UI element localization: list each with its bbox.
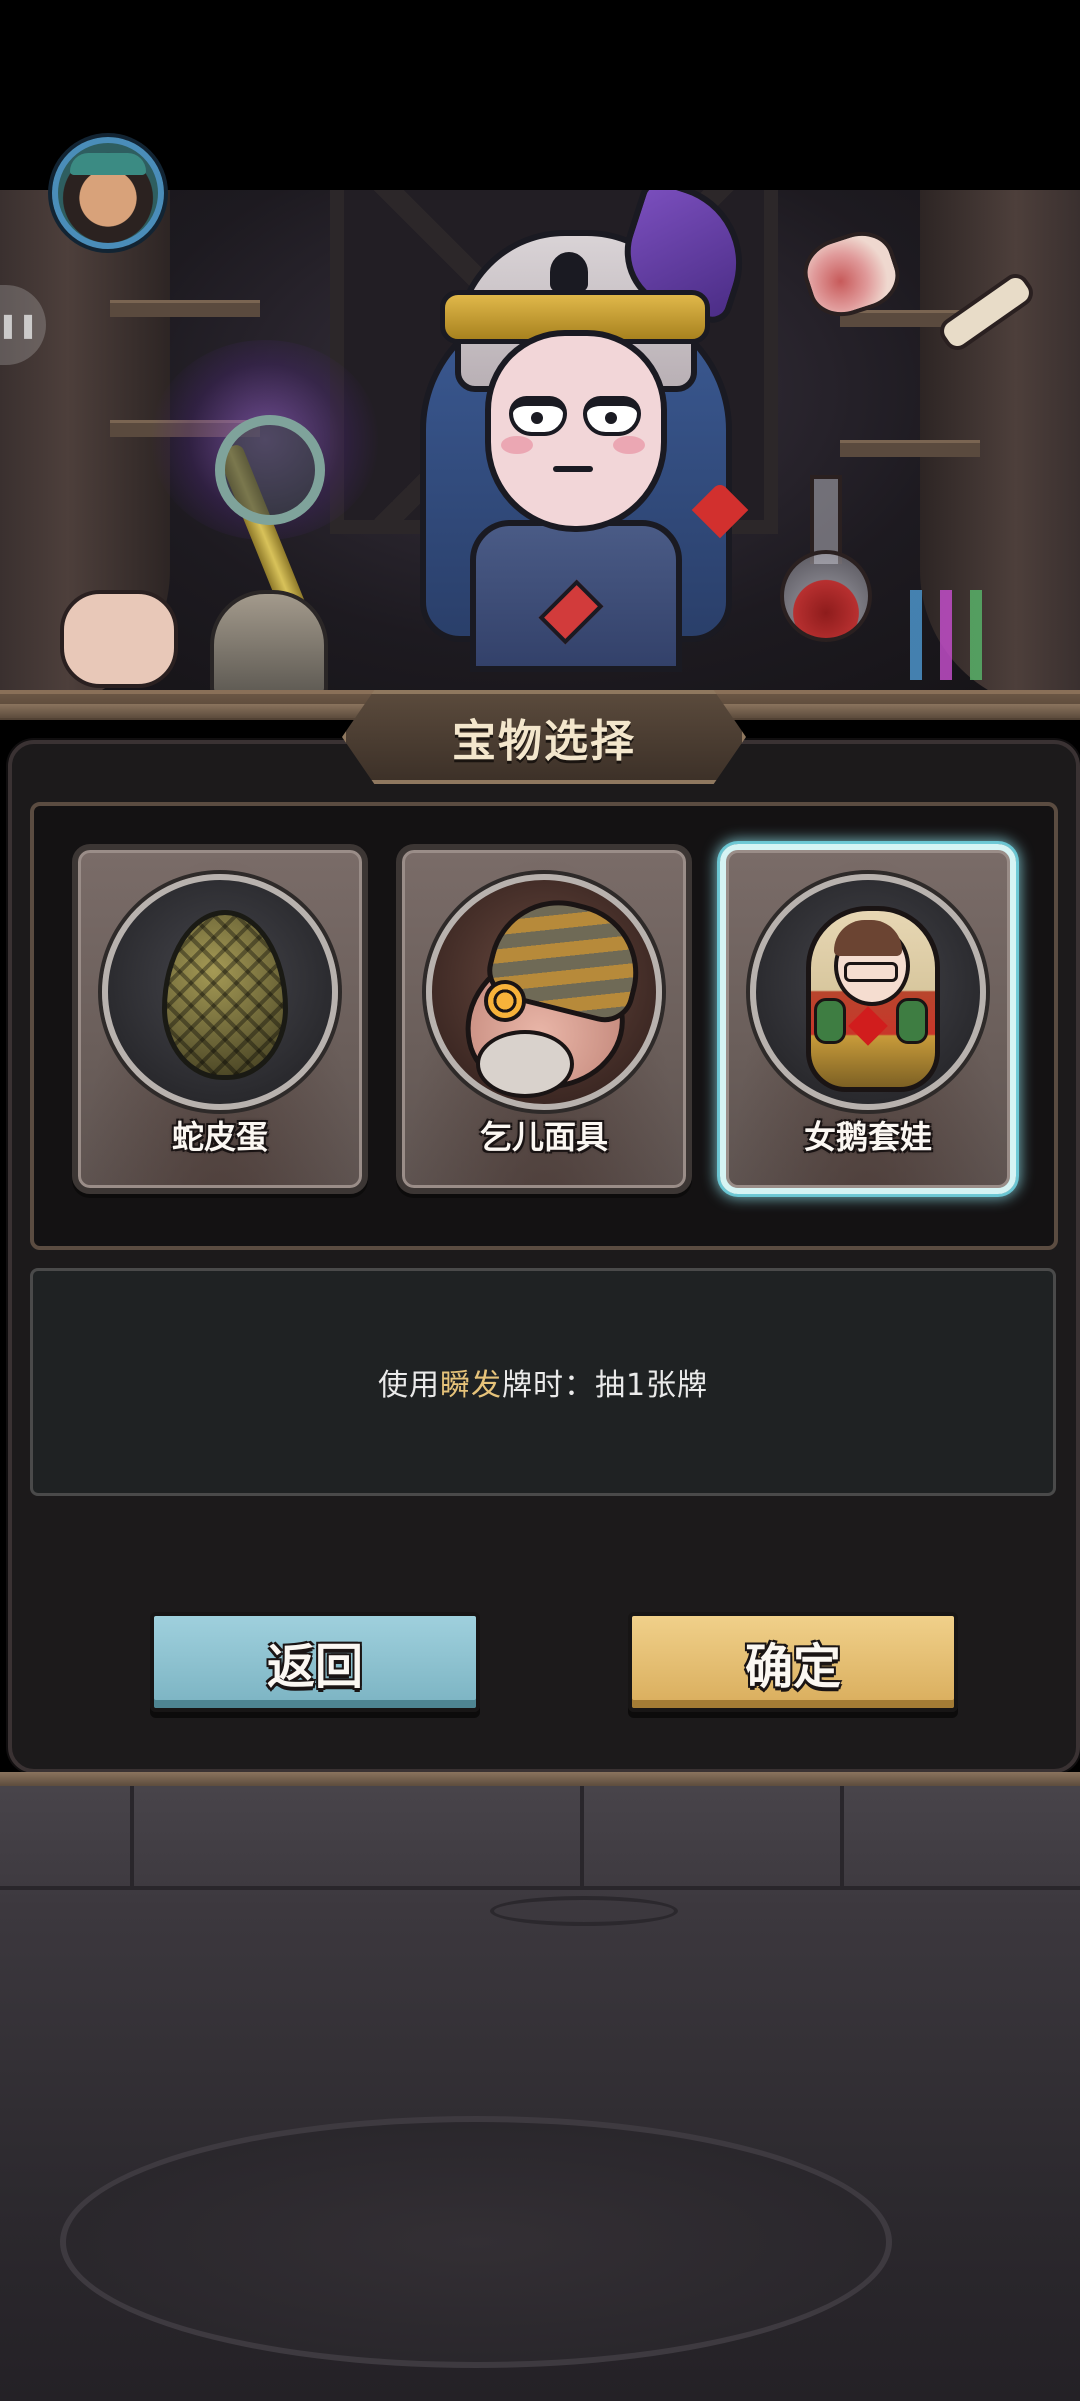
knight-helmet [210,590,328,698]
description-prefix: 使用 [377,1368,440,1403]
shelf [840,440,980,457]
treasure-icon-frame [102,874,338,1110]
spade-emblem [550,252,588,292]
avatar-headband [70,153,146,175]
floor-edge [0,1886,1080,1890]
test-tubes [900,590,1020,680]
doll-arm [896,998,928,1044]
wall-seam [840,1786,844,1886]
cheek [613,436,645,454]
dungeon-floor [0,1786,1080,2401]
staff-head [215,415,325,525]
dialog-title: 宝物选择 [452,716,636,767]
wall-seam [580,1786,584,1886]
cheek [501,436,533,454]
floor-crack [490,1896,678,1926]
treasure-list: 蛇皮蛋 乞儿面具 女鹅套娃 [30,802,1058,1250]
dialog-title-plate: 宝物选择 [342,690,746,784]
treasure-card-snakeskin-egg[interactable]: 蛇皮蛋 [72,844,368,1194]
game-screen: ❚❚ 宝物选择 蛇皮蛋 乞儿面具 女鹅套娃 使用瞬发牌时：抽1张牌 返回 确定 [0,0,1080,2401]
beard-icon [476,1030,574,1098]
treasure-description: 使用瞬发牌时：抽1张牌 [378,1360,708,1404]
mouth [553,466,593,472]
shop-scene [0,190,1080,720]
player-avatar[interactable] [52,137,164,249]
description-keyword: 瞬发 [439,1368,502,1403]
skeleton-hand [60,590,178,688]
treasure-card-beggar-mask[interactable]: 乞儿面具 [396,844,692,1194]
character-face [485,330,667,532]
confirm-button[interactable]: 确定 [628,1612,958,1712]
shelf [110,300,260,317]
merchant-character [400,190,763,672]
treasure-card-matryoshka-doll[interactable]: 女鹅套娃 [720,844,1016,1194]
snakeskin-egg-icon [162,910,288,1080]
back-button[interactable]: 返回 [150,1612,480,1712]
treasure-name: 女鹅套娃 [803,1118,932,1156]
treasure-name: 乞儿面具 [479,1118,608,1156]
doll-arm [814,998,846,1044]
treasure-name: 蛇皮蛋 [171,1118,268,1156]
left-eye [509,396,567,436]
dialog-bottom-rail [0,1772,1080,1786]
wall-seam [130,1786,134,1886]
doll-glasses [844,962,898,982]
treasure-icon-frame [426,874,662,1110]
right-eye [583,396,641,436]
treasure-description-panel: 使用瞬发牌时：抽1张牌 [30,1268,1056,1496]
glowing-eye-icon [484,980,526,1022]
description-suffix: 牌时：抽1张牌 [501,1368,709,1403]
pause-icon: ❚❚ [0,311,39,339]
floor-circle [60,2116,892,2368]
red-potion-flask [780,550,872,642]
treasure-icon-frame [750,874,986,1110]
